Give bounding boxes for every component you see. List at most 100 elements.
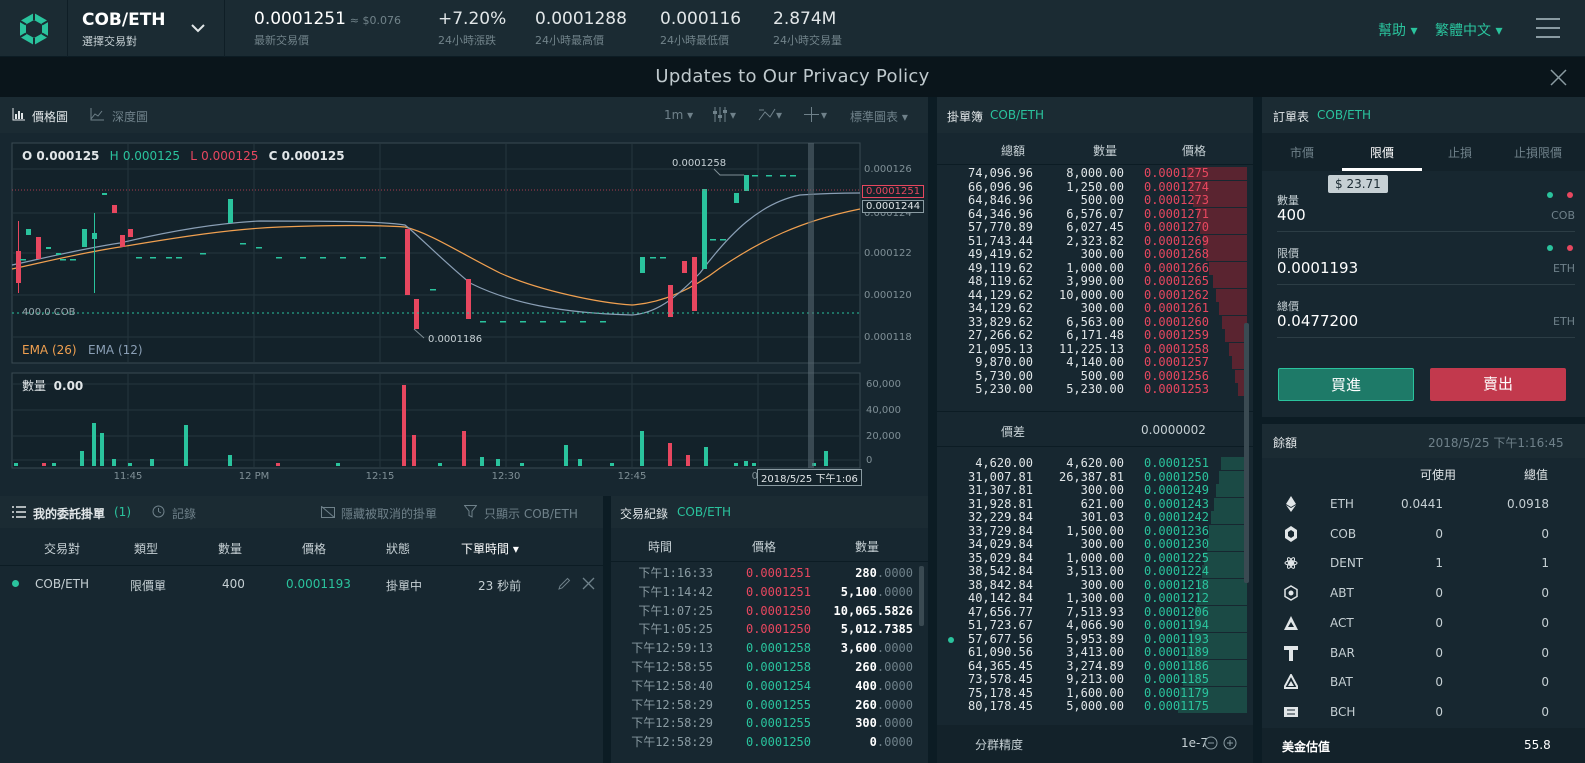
bid-row[interactable]: 38,842.84 300.00 0.0001218 bbox=[937, 578, 1247, 592]
asks-list[interactable]: 74,096.96 8,000.00 0.0001275 66,096.96 1,250… bbox=[937, 167, 1247, 403]
bid-row[interactable]: 32,229.84 301.03 0.0001242 bbox=[937, 511, 1247, 524]
trade-row[interactable]: 下午12:58:55 0.0001258 260.0000 bbox=[611, 658, 916, 677]
trade-row[interactable]: 下午12:59:13 0.0001258 3,600.0000 bbox=[611, 639, 916, 658]
ask-row[interactable]: 27,266.62 6,171.48 0.0001259 bbox=[937, 329, 1247, 342]
draw-tool-caret[interactable]: ▾ bbox=[776, 108, 782, 122]
quantity-field[interactable]: 數量 400 COB bbox=[1277, 192, 1575, 232]
ohlc-h: 0.000125 bbox=[122, 149, 181, 163]
bid-row[interactable]: 51,723.67 4,066.90 0.0001194 bbox=[937, 619, 1247, 632]
buy-indicator-dot bbox=[1547, 245, 1553, 251]
balance-row[interactable]: DENT 1 1 bbox=[1262, 548, 1582, 578]
bid-row[interactable]: 47,656.77 7,513.93 0.0001206 bbox=[937, 605, 1247, 619]
privacy-banner[interactable]: Updates to Our Privacy Policy bbox=[0, 57, 1585, 97]
balance-row[interactable]: ETH 0.0441 0.0918 bbox=[1262, 489, 1582, 519]
tab-price-chart[interactable]: 價格圖 bbox=[32, 108, 68, 125]
hamburger-menu-icon[interactable] bbox=[1536, 17, 1560, 39]
bid-row[interactable]: 33,729.84 1,500.00 0.0001236 bbox=[937, 524, 1247, 538]
bid-row[interactable]: 57,677.56 5,953.89 0.0001193 bbox=[937, 632, 1247, 646]
ask-row[interactable]: 33,829.62 6,563.00 0.0001260 bbox=[937, 315, 1247, 329]
bid-row[interactable]: 38,542.84 3,513.00 0.0001224 bbox=[937, 565, 1247, 578]
edit-icon[interactable] bbox=[558, 577, 571, 590]
total-field[interactable]: 總價 0.0477200 ETH bbox=[1277, 298, 1575, 338]
balance-row[interactable]: COB 0 0 bbox=[1262, 519, 1582, 549]
ask-row[interactable]: 66,096.96 1,250.00 0.0001274 bbox=[937, 180, 1247, 194]
trade-row[interactable]: 下午12:58:29 0.0001255 260.0000 bbox=[611, 696, 916, 715]
minus-circle-icon[interactable] bbox=[1204, 736, 1218, 750]
indicators-icon[interactable] bbox=[712, 107, 728, 122]
bid-row[interactable]: 35,029.84 1,000.00 0.0001225 bbox=[937, 551, 1247, 565]
ask-row[interactable]: 51,743.44 2,323.82 0.0001269 bbox=[937, 234, 1247, 248]
ask-row[interactable]: 21,095.13 11,225.13 0.0001258 bbox=[937, 342, 1247, 356]
tab-stop-limit[interactable]: 止損限價 bbox=[1514, 144, 1562, 161]
limit-price-field[interactable]: 限價 0.0001193 ETH bbox=[1277, 245, 1575, 285]
cancel-order-icon[interactable] bbox=[582, 577, 595, 590]
sell-button[interactable]: 賣出 bbox=[1430, 368, 1566, 401]
tab-limit[interactable]: 限價 bbox=[1370, 144, 1394, 161]
balance-row[interactable]: BAT 0 0 bbox=[1262, 667, 1582, 697]
bid-row[interactable]: 31,928.81 621.00 0.0001243 bbox=[937, 497, 1247, 511]
tab-market[interactable]: 市價 bbox=[1290, 144, 1314, 161]
tab-depth-chart[interactable]: 深度圖 bbox=[112, 108, 148, 125]
col-order-time[interactable]: 下單時間 ▾ bbox=[461, 540, 519, 557]
crosshair-caret[interactable]: ▾ bbox=[821, 108, 827, 122]
balance-row[interactable]: BAR 0 0 bbox=[1262, 638, 1582, 668]
my-orders-title[interactable]: 我的委託掛單 bbox=[33, 505, 105, 522]
trades-list[interactable]: 下午1:16:33 0.0001251 280.0000 下午1:14:42 0.000… bbox=[611, 564, 916, 763]
ask-row[interactable]: 49,119.62 1,000.00 0.0001266 bbox=[937, 261, 1247, 275]
ask-row[interactable]: 48,119.62 3,990.00 0.0001265 bbox=[937, 275, 1247, 288]
balance-total: 0 bbox=[1541, 615, 1549, 630]
bid-row[interactable]: 61,090.56 3,413.00 0.0001189 bbox=[937, 646, 1247, 659]
pair-selector[interactable]: COB/ETH 選擇交易對 bbox=[68, 0, 225, 57]
draw-tool-icon[interactable] bbox=[758, 107, 776, 122]
orderbook-scrollbar[interactable] bbox=[1244, 323, 1249, 583]
trade-row[interactable]: 下午1:07:25 0.0001250 10,065.5826 bbox=[611, 602, 916, 621]
language-menu[interactable]: 繁體中文 ▾ bbox=[1435, 20, 1502, 40]
ask-row[interactable]: 5,730.00 500.00 0.0001256 bbox=[937, 369, 1247, 383]
ask-row[interactable]: 64,346.96 6,576.07 0.0001271 bbox=[937, 207, 1247, 221]
ask-row[interactable]: 49,419.62 300.00 0.0001268 bbox=[937, 248, 1247, 261]
balance-row[interactable]: ABT 0 0 bbox=[1262, 578, 1582, 608]
tab-stop[interactable]: 止損 bbox=[1448, 144, 1472, 161]
ask-row[interactable]: 74,096.96 8,000.00 0.0001275 bbox=[937, 167, 1247, 180]
trade-row[interactable]: 下午12:58:29 0.0001255 300.0000 bbox=[611, 714, 916, 733]
ask-row[interactable]: 44,129.62 10,000.00 0.0001262 bbox=[937, 288, 1247, 302]
ask-row[interactable]: 5,230.00 5,230.00 0.0001253 bbox=[937, 383, 1247, 396]
bid-row[interactable]: 73,578.45 9,213.00 0.0001185 bbox=[937, 673, 1247, 686]
ask-row[interactable]: 34,129.62 300.00 0.0001261 bbox=[937, 302, 1247, 315]
volume-bar bbox=[438, 463, 442, 466]
trade-row[interactable]: 下午1:05:25 0.0001250 5,012.7385 bbox=[611, 620, 916, 639]
bids-list[interactable]: 4,620.00 4,620.00 0.0001251 31,007.81 26,387… bbox=[937, 457, 1247, 722]
bid-row[interactable]: 34,029.84 300.00 0.0001230 bbox=[937, 538, 1247, 551]
plus-circle-icon[interactable] bbox=[1223, 736, 1237, 750]
balance-row[interactable]: ACT 0 0 bbox=[1262, 608, 1582, 638]
trades-scrollbar[interactable] bbox=[919, 566, 924, 626]
bid-row[interactable]: 4,620.00 4,620.00 0.0001251 bbox=[937, 457, 1247, 470]
trade-row[interactable]: 下午12:58:29 0.0001250 0.0000 bbox=[611, 733, 916, 752]
history-tab[interactable]: 記錄 bbox=[172, 505, 196, 522]
crosshair-icon[interactable] bbox=[804, 107, 819, 122]
bid-row[interactable]: 64,365.45 3,274.89 0.0001186 bbox=[937, 659, 1247, 673]
bid-row[interactable]: 40,142.84 1,300.00 0.0001212 bbox=[937, 592, 1247, 605]
bid-row[interactable]: 75,178.45 1,600.00 0.0001179 bbox=[937, 686, 1247, 700]
bid-row[interactable]: 31,307.81 300.00 0.0001249 bbox=[937, 484, 1247, 497]
trade-row[interactable]: 下午12:58:40 0.0001254 400.0000 bbox=[611, 677, 916, 696]
buy-button[interactable]: 買進 bbox=[1278, 368, 1414, 401]
ask-row[interactable]: 64,846.96 500.00 0.0001273 bbox=[937, 194, 1247, 207]
help-menu[interactable]: 幫助 ▾ bbox=[1378, 20, 1417, 40]
ask-row[interactable]: 9,870.00 4,140.00 0.0001257 bbox=[937, 356, 1247, 369]
ask-row[interactable]: 57,770.89 6,027.45 0.0001270 bbox=[937, 221, 1247, 234]
close-icon[interactable] bbox=[1550, 69, 1567, 86]
price-chart[interactable]: 0.0001260.0001240.0001220.0001200.000118… bbox=[0, 133, 928, 496]
my-order-row[interactable]: COB/ETH 限價單 400 0.0001193 掛單中 23 秒前 bbox=[0, 568, 603, 600]
trade-row[interactable]: 下午1:14:42 0.0001251 5,100.0000 bbox=[611, 583, 916, 602]
bid-row[interactable]: 31,007.81 26,387.81 0.0001250 bbox=[937, 470, 1247, 484]
indicators-caret[interactable]: ▾ bbox=[730, 108, 736, 122]
interval-select[interactable]: 1m ▾ bbox=[664, 108, 693, 122]
standard-chart-select[interactable]: 標準圖表 ▾ bbox=[850, 108, 908, 125]
hide-cancelled-toggle[interactable]: 隱藏被取消的掛單 bbox=[341, 505, 437, 522]
bid-row[interactable]: 80,178.45 5,000.00 0.0001175 bbox=[937, 700, 1247, 713]
trade-row[interactable]: 下午1:16:33 0.0001251 280.0000 bbox=[611, 564, 916, 583]
balance-row[interactable]: BCH 0 0 bbox=[1262, 697, 1582, 727]
pair-filter-toggle[interactable]: 只顯示 COB/ETH bbox=[484, 505, 578, 522]
logo[interactable] bbox=[0, 0, 68, 57]
